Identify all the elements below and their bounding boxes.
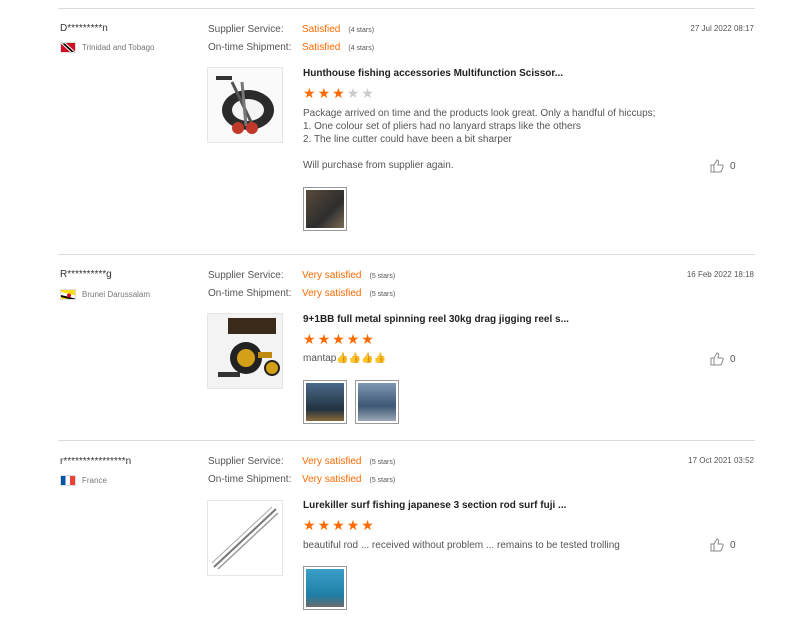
review-photos bbox=[303, 566, 347, 610]
product-title-link[interactable]: Hunthouse fishing accessories Multifunct… bbox=[303, 68, 563, 79]
review-photos bbox=[303, 187, 347, 231]
flag-icon bbox=[60, 289, 76, 300]
shipment-stars: (5 stars) bbox=[369, 291, 396, 298]
flag-icon bbox=[60, 42, 76, 53]
reviewer-country: Brunei Darussalam bbox=[60, 289, 150, 300]
product-thumbnail[interactable] bbox=[207, 67, 283, 143]
product-title-link[interactable]: Lurekiller surf fishing japanese 3 secti… bbox=[303, 500, 566, 511]
thumbs-up-icon bbox=[710, 159, 724, 173]
supplier-service-label: Supplier Service: bbox=[208, 24, 284, 35]
thumbs-up-icon bbox=[710, 538, 724, 552]
country-name: Trinidad and Tobago bbox=[82, 43, 155, 52]
review-date: 27 Jul 2022 08:17 bbox=[690, 24, 754, 33]
star-icon: ★ bbox=[361, 517, 374, 533]
star-icon: ★ bbox=[303, 517, 316, 533]
star-icon: ★ bbox=[332, 517, 345, 533]
shipment-rating: On-time Shipment: Satisfied (4 stars) bbox=[208, 42, 374, 53]
product-thumbnail[interactable] bbox=[207, 500, 283, 576]
review-text-line bbox=[303, 146, 655, 159]
star-icon: ★ bbox=[317, 85, 331, 101]
shipment-label: On-time Shipment: bbox=[208, 288, 292, 299]
flag-icon bbox=[60, 475, 76, 486]
shipment-label: On-time Shipment: bbox=[208, 474, 292, 485]
supplier-service-stars: (5 stars) bbox=[369, 273, 396, 280]
like-count: 0 bbox=[730, 353, 736, 365]
star-icon: ★ bbox=[361, 331, 374, 347]
like-button[interactable]: 0 bbox=[710, 159, 736, 173]
shipment-label: On-time Shipment: bbox=[208, 42, 292, 53]
star-icon: ★ bbox=[361, 85, 374, 101]
country-name: France bbox=[82, 476, 107, 485]
review-text-line: beautiful rod ... received without probl… bbox=[303, 540, 620, 551]
review-photo[interactable] bbox=[303, 187, 347, 231]
shipment-stars: (5 stars) bbox=[369, 477, 396, 484]
shipment-value: Very satisfied bbox=[302, 288, 362, 299]
supplier-service-rating: Supplier Service: Satisfied (4 stars) bbox=[208, 24, 374, 35]
product-rating: ★ ★ ★ ★ ★ bbox=[303, 332, 374, 346]
reviewer-country: Trinidad and Tobago bbox=[60, 42, 155, 53]
reviewer-name: r****************n bbox=[60, 456, 132, 467]
reviewer-country: France bbox=[60, 475, 107, 486]
product-rating: ★ ★ ★ ★ ★ bbox=[303, 86, 374, 100]
star-icon: ★ bbox=[303, 331, 316, 347]
country-name: Brunei Darussalam bbox=[82, 290, 151, 299]
like-count: 0 bbox=[730, 539, 736, 551]
review-text-line: 1. One colour set of pliers had no lanya… bbox=[303, 121, 581, 132]
review-text-line: mantap👍👍👍👍 bbox=[303, 353, 387, 364]
shipment-value: Very satisfied bbox=[302, 474, 362, 485]
review-text-line: 2. The line cutter could have been a bit… bbox=[303, 134, 512, 145]
star-icon: ★ bbox=[317, 331, 331, 347]
reviewer-name: R**********g bbox=[60, 269, 112, 280]
star-icon: ★ bbox=[346, 85, 360, 101]
product-rating: ★ ★ ★ ★ ★ bbox=[303, 518, 374, 532]
divider bbox=[58, 254, 755, 255]
supplier-service-label: Supplier Service: bbox=[208, 456, 284, 467]
product-title-link[interactable]: 9+1BB full metal spinning reel 30kg drag… bbox=[303, 314, 569, 325]
review-photos bbox=[303, 380, 399, 424]
like-button[interactable]: 0 bbox=[710, 352, 736, 366]
supplier-service-stars: (5 stars) bbox=[369, 459, 396, 466]
review-photo[interactable] bbox=[303, 566, 347, 610]
reviewer-name: D*********n bbox=[60, 23, 108, 34]
thumbs-up-icon bbox=[710, 352, 724, 366]
star-icon: ★ bbox=[332, 331, 345, 347]
review-text-line: Package arrived on time and the products… bbox=[303, 108, 656, 119]
star-icon: ★ bbox=[303, 85, 316, 101]
review-text-line: Will purchase from supplier again. bbox=[303, 160, 454, 171]
review-text: Package arrived on time and the products… bbox=[303, 107, 655, 172]
review-photo[interactable] bbox=[355, 380, 399, 424]
divider-top bbox=[58, 8, 755, 9]
star-icon: ★ bbox=[346, 517, 360, 533]
divider bbox=[58, 440, 755, 441]
star-icon: ★ bbox=[346, 331, 360, 347]
product-thumbnail[interactable] bbox=[207, 313, 283, 389]
shipment-rating: On-time Shipment: Very satisfied (5 star… bbox=[208, 474, 395, 485]
supplier-service-value: Very satisfied bbox=[302, 456, 362, 467]
scissors-product-image bbox=[216, 76, 274, 134]
review-date: 17 Oct 2021 03:52 bbox=[688, 456, 754, 465]
star-icon: ★ bbox=[317, 517, 331, 533]
review-text: mantap👍👍👍👍 bbox=[303, 352, 386, 365]
star-icon: ★ bbox=[332, 85, 345, 101]
supplier-service-rating: Supplier Service: Very satisfied (5 star… bbox=[208, 456, 395, 467]
review-text: beautiful rod ... received without probl… bbox=[303, 539, 620, 552]
like-button[interactable]: 0 bbox=[710, 538, 736, 552]
supplier-service-rating: Supplier Service: Very satisfied (5 star… bbox=[208, 270, 395, 281]
review-date: 16 Feb 2022 18:18 bbox=[686, 270, 754, 279]
supplier-service-stars: (4 stars) bbox=[348, 27, 375, 34]
review-photo[interactable] bbox=[303, 380, 347, 424]
shipment-value: Satisfied bbox=[302, 42, 341, 53]
supplier-service-value: Satisfied bbox=[302, 24, 341, 35]
supplier-service-label: Supplier Service: bbox=[208, 270, 284, 281]
reel-product-image bbox=[208, 314, 282, 388]
rod-product-image bbox=[211, 506, 279, 570]
supplier-service-value: Very satisfied bbox=[302, 270, 362, 281]
shipment-stars: (4 stars) bbox=[348, 45, 375, 52]
like-count: 0 bbox=[730, 160, 736, 172]
shipment-rating: On-time Shipment: Very satisfied (5 star… bbox=[208, 288, 395, 299]
